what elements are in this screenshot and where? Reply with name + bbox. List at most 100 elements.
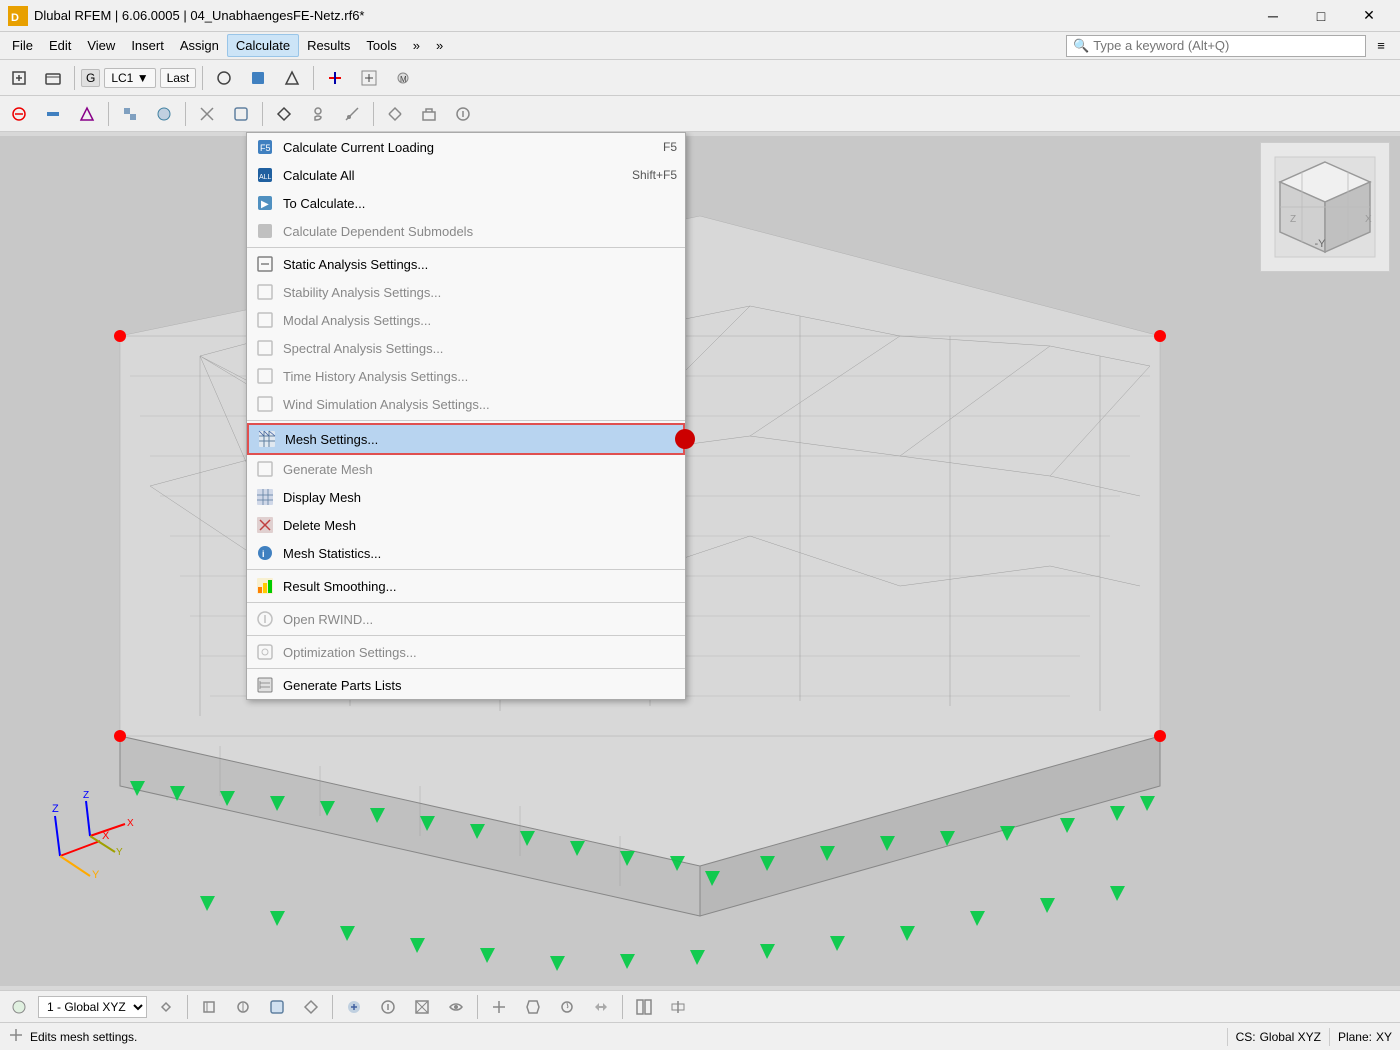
menu-spectral-analysis: Spectral Analysis Settings...: [247, 334, 685, 362]
viewport[interactable]: X Z Y X Z Y: [0, 132, 1400, 990]
calculate-all-shortcut: Shift+F5: [632, 168, 677, 182]
tb2-sep-4: [373, 102, 374, 126]
menu-to-calculate[interactable]: ▶ To Calculate...: [247, 189, 685, 217]
menu-tools[interactable]: Tools: [358, 35, 404, 56]
bt-btn-1[interactable]: [4, 993, 34, 1021]
toolbar-row-2: [0, 96, 1400, 132]
tb2-btn-2[interactable]: [38, 100, 68, 128]
menu-result-smoothing[interactable]: Result Smoothing...: [247, 572, 685, 600]
tb2-btn-7[interactable]: [226, 100, 256, 128]
menu-calculate-current[interactable]: F5 Calculate Current Loading F5: [247, 133, 685, 161]
title-bar-left: D Dlubal RFEM | 6.06.0005 | 04_Unabhaeng…: [8, 6, 365, 26]
bt-btn-13[interactable]: [552, 993, 582, 1021]
tb2-btn-12[interactable]: [414, 100, 444, 128]
bt-btn-8[interactable]: [373, 993, 403, 1021]
svg-text:i: i: [262, 549, 265, 559]
menu-insert[interactable]: Insert: [123, 35, 172, 56]
cs-value: Global XYZ: [1260, 1030, 1321, 1044]
menu-bar: File Edit View Insert Assign Calculate R…: [0, 32, 1400, 60]
bt-btn-14[interactable]: [586, 993, 616, 1021]
maximize-button[interactable]: □: [1298, 0, 1344, 32]
lc-dropdown[interactable]: LC1 ▼: [104, 68, 155, 88]
tb2-btn-5[interactable]: [149, 100, 179, 128]
menu-calculate-all[interactable]: ALL Calculate All Shift+F5: [247, 161, 685, 189]
bt-btn-3[interactable]: [194, 993, 224, 1021]
bt-btn-12[interactable]: [518, 993, 548, 1021]
menu-display-mesh[interactable]: Display Mesh: [247, 483, 685, 511]
menu-time-history: Time History Analysis Settings...: [247, 362, 685, 390]
tb2-btn-4[interactable]: [115, 100, 145, 128]
tb2-btn-10[interactable]: [337, 100, 367, 128]
tb2-btn-13[interactable]: [448, 100, 478, 128]
minimize-button[interactable]: ─: [1250, 0, 1296, 32]
bt-btn-6[interactable]: [296, 993, 326, 1021]
bottom-toolbar: 1 - Global XYZ: [0, 990, 1400, 1022]
cs-label: CS:: [1236, 1030, 1256, 1044]
menu-results[interactable]: Results: [299, 35, 358, 56]
menu-file[interactable]: File: [4, 35, 41, 56]
tb2-btn-9[interactable]: [303, 100, 333, 128]
status-sep-1: [1227, 1028, 1228, 1046]
title-bar-controls: ─ □ ✕: [1250, 0, 1392, 32]
bt-btn-4[interactable]: [228, 993, 258, 1021]
search-input[interactable]: [1093, 38, 1359, 53]
toolbar-new-button[interactable]: [4, 64, 34, 92]
tb-btn-4[interactable]: [320, 64, 350, 92]
svg-text:▶: ▶: [261, 199, 269, 210]
svg-text:D: D: [11, 12, 19, 24]
status-message: Edits mesh settings.: [30, 1030, 1219, 1044]
tb2-btn-1[interactable]: [4, 100, 34, 128]
menu-divider-5: [247, 635, 685, 636]
tb2-btn-3[interactable]: [72, 100, 102, 128]
bt-btn-5[interactable]: [262, 993, 292, 1021]
tb2-btn-6[interactable]: [192, 100, 222, 128]
bt-btn-15[interactable]: [629, 993, 659, 1021]
menu-calculate[interactable]: Calculate: [227, 34, 299, 57]
menu-calculate-dependent: Calculate Dependent Submodels: [247, 217, 685, 245]
menu-stability-analysis: Stability Analysis Settings...: [247, 278, 685, 306]
bt-btn-7[interactable]: [339, 993, 369, 1021]
menu-mesh-settings[interactable]: Mesh Settings...: [247, 423, 685, 455]
window-title: Dlubal RFEM | 6.06.0005 | 04_Unabhaenges…: [34, 8, 365, 23]
calculate-current-label: Calculate Current Loading: [283, 140, 655, 155]
menu-mesh-statistics[interactable]: i Mesh Statistics...: [247, 539, 685, 567]
bt-btn-11[interactable]: [484, 993, 514, 1021]
delete-mesh-icon: [255, 515, 275, 535]
bt-btn-2[interactable]: [151, 993, 181, 1021]
time-history-label: Time History Analysis Settings...: [283, 369, 677, 384]
menu-generate-parts[interactable]: Generate Parts Lists: [247, 671, 685, 699]
menu-view[interactable]: View: [79, 35, 123, 56]
bt-btn-9[interactable]: [407, 993, 437, 1021]
menu-generate-mesh: Generate Mesh: [247, 455, 685, 483]
close-button[interactable]: ✕: [1346, 0, 1392, 32]
toolbar-sep-1: [74, 66, 75, 90]
to-calculate-label: To Calculate...: [283, 196, 669, 211]
menu-delete-mesh[interactable]: Delete Mesh: [247, 511, 685, 539]
main-area: X Z Y X Z Y: [0, 132, 1400, 990]
menu-modal-analysis: Modal Analysis Settings...: [247, 306, 685, 334]
tb2-btn-8[interactable]: [269, 100, 299, 128]
menu-divider-4: [247, 602, 685, 603]
search-box[interactable]: 🔍: [1066, 35, 1366, 57]
tb-btn-5[interactable]: [354, 64, 384, 92]
tb-btn-2[interactable]: [243, 64, 273, 92]
menu-edit[interactable]: Edit: [41, 35, 79, 56]
view-selector[interactable]: 1 - Global XYZ: [38, 996, 147, 1018]
tb-btn-1[interactable]: [209, 64, 239, 92]
toolbar-open-button[interactable]: [38, 64, 68, 92]
tb-btn-6[interactable]: M: [388, 64, 418, 92]
bt-btn-10[interactable]: [441, 993, 471, 1021]
last-button[interactable]: Last: [160, 68, 197, 88]
tb-btn-3[interactable]: [277, 64, 307, 92]
toolbar-sep-3: [313, 66, 314, 90]
bt-btn-16[interactable]: [663, 993, 693, 1021]
status-icon: [8, 1027, 24, 1046]
menu-more2[interactable]: »: [428, 35, 451, 56]
tb2-btn-11[interactable]: [380, 100, 410, 128]
display-mesh-label: Display Mesh: [283, 490, 677, 505]
tb2-sep-1: [108, 102, 109, 126]
menu-more1[interactable]: »: [405, 35, 428, 56]
menu-assign[interactable]: Assign: [172, 35, 227, 56]
plane-label: Plane:: [1338, 1030, 1372, 1044]
menu-static-analysis[interactable]: Static Analysis Settings...: [247, 250, 685, 278]
